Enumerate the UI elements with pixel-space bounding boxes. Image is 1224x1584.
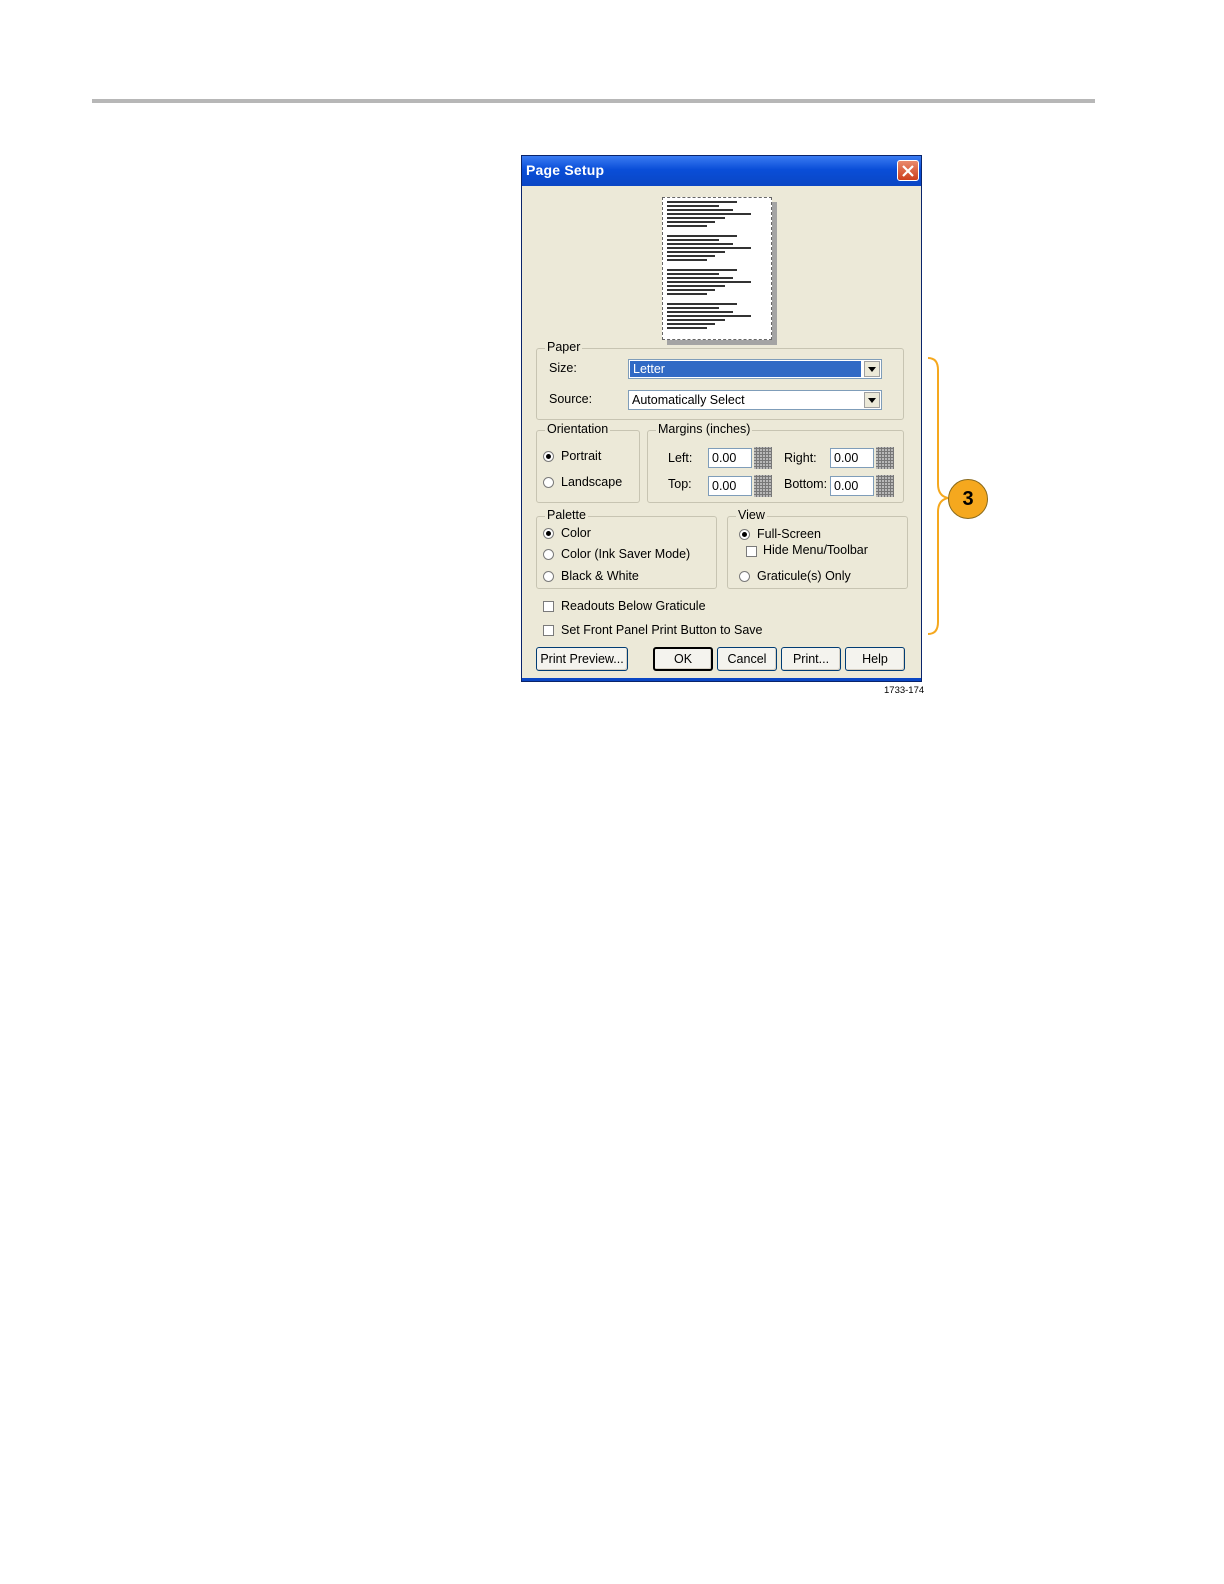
full-screen-label[interactable]: Full-Screen: [757, 527, 821, 541]
top-margin-spinner[interactable]: [754, 475, 772, 497]
hide-menu-checkbox[interactable]: [746, 546, 757, 557]
preview-text-line: [667, 269, 737, 271]
readouts-below-label[interactable]: Readouts Below Graticule: [561, 599, 706, 613]
chevron-down-icon: [868, 367, 876, 372]
readouts-below-checkbox[interactable]: [543, 601, 554, 612]
preview-text-line: [667, 239, 719, 241]
source-value: Automatically Select: [632, 393, 745, 407]
right-margin-value: 0.00: [834, 451, 859, 465]
preview-text-line: [667, 247, 751, 249]
paper-legend: Paper: [545, 340, 583, 354]
left-margin-label: Left:: [668, 451, 693, 465]
chevron-down-icon: [868, 398, 876, 403]
page-top-rule: [92, 99, 1095, 103]
print-button[interactable]: Print...: [781, 647, 841, 671]
preview-text-line: [667, 235, 737, 237]
left-margin-value: 0.00: [712, 451, 737, 465]
top-margin-value: 0.00: [712, 479, 737, 493]
top-margin-label: Top:: [668, 477, 692, 491]
front-panel-save-label[interactable]: Set Front Panel Print Button to Save: [561, 623, 763, 637]
preview-text-line: [667, 315, 751, 317]
preview-text-line: [667, 323, 715, 325]
cancel-button[interactable]: Cancel: [717, 647, 777, 671]
left-margin-spinner[interactable]: [754, 447, 772, 469]
landscape-radio[interactable]: [543, 477, 554, 488]
ok-button[interactable]: OK: [653, 647, 713, 671]
preview-text-line: [667, 213, 751, 215]
preview-text-line: [667, 327, 707, 329]
preview-text-line: [667, 293, 707, 295]
portrait-radio[interactable]: [543, 451, 554, 462]
preview-text-line: [667, 307, 719, 309]
dialog-title: Page Setup: [526, 162, 605, 178]
preview-text-line: [667, 221, 715, 223]
preview-text-line: [667, 259, 707, 261]
black-white-radio[interactable]: [543, 571, 554, 582]
view-legend: View: [736, 508, 767, 522]
graticule-only-label[interactable]: Graticule(s) Only: [757, 569, 851, 583]
figure-id: 1733-174: [884, 685, 925, 696]
preview-text-line: [667, 311, 733, 313]
graticule-only-radio[interactable]: [739, 571, 750, 582]
right-margin-label: Right:: [784, 451, 817, 465]
bottom-margin-value: 0.00: [834, 479, 859, 493]
size-select[interactable]: Letter: [628, 359, 882, 379]
preview-text-line: [667, 201, 737, 203]
page-setup-dialog: Page Setup Paper Size: Letter Source: Au…: [521, 155, 922, 682]
bottom-margin-label: Bottom:: [784, 477, 828, 491]
preview-text-line: [667, 217, 725, 219]
dialog-bottom-edge: [522, 678, 921, 681]
orientation-legend: Orientation: [545, 422, 611, 436]
bottom-margin-spinner[interactable]: [876, 475, 894, 497]
color-label[interactable]: Color: [561, 526, 591, 540]
right-margin-input[interactable]: 0.00: [830, 448, 874, 468]
print-preview-button[interactable]: Print Preview...: [536, 647, 628, 671]
preview-text-line: [667, 251, 725, 253]
help-button[interactable]: Help: [845, 647, 905, 671]
portrait-label[interactable]: Portrait: [561, 449, 601, 463]
preview-text-line: [667, 243, 733, 245]
ink-saver-label[interactable]: Color (Ink Saver Mode): [561, 547, 690, 561]
title-bar[interactable]: Page Setup: [522, 156, 921, 186]
margins-legend: Margins (inches): [656, 422, 753, 436]
preview-text-line: [667, 281, 751, 283]
orientation-group: Orientation: [536, 422, 640, 503]
preview-text-line: [667, 205, 719, 207]
left-margin-input[interactable]: 0.00: [708, 448, 752, 468]
front-panel-save-checkbox[interactable]: [543, 625, 554, 636]
palette-legend: Palette: [545, 508, 588, 522]
preview-text-line: [667, 277, 733, 279]
page-preview: [662, 197, 772, 340]
size-label: Size:: [549, 361, 577, 375]
preview-text-line: [667, 285, 725, 287]
source-select[interactable]: Automatically Select: [628, 390, 882, 410]
source-dropdown-button[interactable]: [864, 392, 880, 408]
preview-text-line: [667, 319, 725, 321]
bottom-margin-input[interactable]: 0.00: [830, 476, 874, 496]
top-margin-input[interactable]: 0.00: [708, 476, 752, 496]
color-radio[interactable]: [543, 528, 554, 539]
callout-bracket: [927, 357, 949, 635]
preview-text-line: [667, 225, 707, 227]
right-margin-spinner[interactable]: [876, 447, 894, 469]
callout-number: 3: [948, 479, 988, 519]
size-dropdown-button[interactable]: [864, 361, 880, 377]
full-screen-radio[interactable]: [739, 529, 750, 540]
size-value: Letter: [630, 361, 861, 377]
black-white-label[interactable]: Black & White: [561, 569, 639, 583]
close-button[interactable]: [897, 160, 919, 181]
preview-text-line: [667, 289, 715, 291]
landscape-label[interactable]: Landscape: [561, 475, 622, 489]
preview-text-line: [667, 209, 733, 211]
preview-text-line: [667, 303, 737, 305]
ink-saver-radio[interactable]: [543, 549, 554, 560]
preview-text-line: [667, 255, 715, 257]
source-label: Source:: [549, 392, 593, 406]
close-icon: [902, 165, 914, 177]
hide-menu-label[interactable]: Hide Menu/Toolbar: [763, 543, 868, 557]
preview-text-line: [667, 273, 719, 275]
